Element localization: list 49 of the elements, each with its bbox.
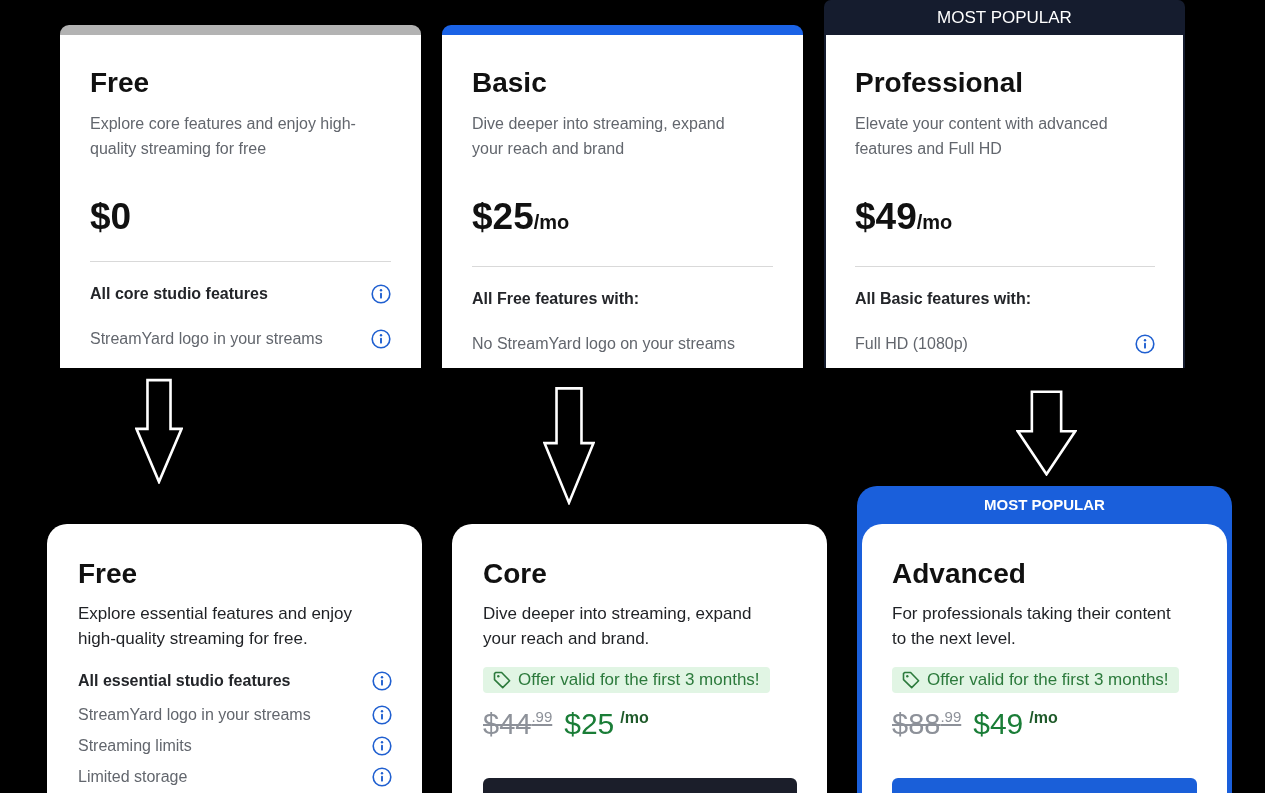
feature-heading: All Basic features with:	[855, 289, 1032, 309]
feature-text: Streaming limits	[78, 736, 192, 756]
info-icon[interactable]	[371, 284, 391, 304]
tag-icon	[902, 671, 920, 689]
down-arrow-icon	[1016, 390, 1077, 476]
plan-title: Free	[78, 557, 139, 591]
plan-description: Explore essential features and enjoy high-quality streaming for free.	[78, 603, 354, 650]
plan-price: $25	[564, 706, 615, 742]
popular-banner: MOST POPULAR	[824, 0, 1185, 35]
popular-label: MOST POPULAR	[984, 495, 1105, 515]
plan-description: Elevate your content with advanced features and Full HD	[855, 114, 1109, 159]
plan-title: Basic	[472, 66, 548, 100]
feature-text: StreamYard logo in your streams	[90, 329, 323, 349]
price-period: /mo	[1029, 708, 1058, 728]
old-price: $44$^{.99}$	[483, 707, 553, 742]
info-icon[interactable]	[371, 329, 391, 349]
plan-description: Dive deeper into streaming, expand your reach and brand.	[483, 603, 753, 650]
feature-heading: All essential studio features	[78, 671, 291, 691]
info-icon[interactable]	[1135, 334, 1155, 354]
plan-title: Professional	[855, 66, 1025, 100]
plan-title: Free	[90, 66, 151, 100]
info-icon[interactable]	[372, 736, 392, 756]
plan-description: Explore core features and enjoy high-quality streaming for free	[90, 114, 357, 159]
down-arrow-icon	[543, 386, 595, 505]
plan-description: Dive deeper into streaming, expand your reach and brand	[472, 114, 726, 159]
tag-icon	[493, 671, 511, 689]
price-period: /mo	[620, 708, 649, 728]
feature-text: No StreamYard logo on your streams	[472, 334, 735, 354]
plan-description: For professionals taking their content to the next level.	[892, 603, 1172, 650]
old-price: $88$^{.99}$	[892, 707, 962, 742]
feature-text: Limited storage	[78, 767, 188, 787]
plan-title: Core	[483, 557, 548, 591]
plan-price: $0	[90, 195, 132, 239]
plan-title: Advanced	[892, 557, 1027, 591]
price-period: /mo	[916, 211, 953, 235]
info-icon[interactable]	[372, 705, 392, 725]
offer-text: Offer valid for the first 3 months!	[927, 669, 1169, 691]
down-arrow-icon	[135, 378, 183, 484]
plan-price: $25	[472, 195, 534, 239]
info-icon[interactable]	[372, 767, 392, 787]
feature-heading: All Free features with:	[472, 289, 640, 309]
plan-price: $49	[973, 706, 1024, 742]
feature-text: StreamYard logo in your streams	[78, 705, 311, 725]
feature-heading: All core studio features	[90, 284, 268, 304]
offer-text: Offer valid for the first 3 months!	[518, 669, 760, 691]
info-icon[interactable]	[372, 671, 392, 691]
price-period: /mo	[533, 211, 570, 235]
feature-text: Full HD (1080p)	[855, 334, 968, 354]
plan-price: $49	[855, 195, 917, 239]
